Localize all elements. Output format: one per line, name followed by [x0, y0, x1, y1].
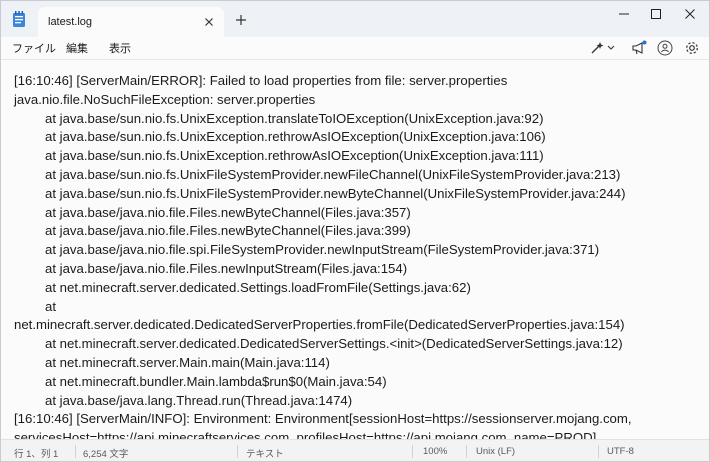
log-line: at java.base/java.nio.file.Files.newByte… — [45, 223, 411, 239]
log-line: [16:10:46] [ServerMain/INFO]: Environmen… — [14, 411, 632, 427]
log-line: at net.minecraft.bundler.Main.lambda$run… — [45, 373, 387, 389]
log-line: at java.base/sun.nio.fs.UnixException.tr… — [45, 110, 544, 126]
encoding[interactable]: UTF-8 — [607, 446, 634, 457]
line-ending[interactable]: Unix (LF) — [476, 446, 515, 457]
maximize-icon[interactable] — [639, 5, 673, 23]
log-text-content: [16:10:46] [ServerMain/ERROR]: Failed to… — [14, 72, 704, 439]
minimize-icon[interactable] — [607, 5, 641, 23]
log-line: servicesHost=https://api.minecraftservic… — [14, 430, 597, 439]
log-line: at — [45, 298, 56, 314]
log-line: java.nio.file.NoSuchFileException: serve… — [14, 91, 316, 107]
menu-bar: ファイル 編集 表示 — [1, 37, 709, 59]
notepad-window: latest.log ファイル 編集 表示 [16:10:46] [Server… — [0, 0, 710, 462]
close-window-icon[interactable] — [673, 5, 707, 23]
log-line: at java.base/java.lang.Thread.run(Thread… — [45, 392, 353, 408]
log-line: at java.base/sun.nio.fs.UnixFileSystemPr… — [45, 166, 621, 182]
log-line: [16:10:46] [ServerMain/ERROR]: Failed to… — [14, 73, 508, 88]
new-tab-icon[interactable] — [234, 13, 248, 27]
log-line: at net.minecraft.server.Main.main(Main.j… — [45, 354, 330, 370]
log-line: at net.minecraft.server.dedicated.Dedica… — [45, 336, 623, 352]
menu-view[interactable]: 表示 — [109, 40, 131, 56]
title-bar[interactable]: latest.log — [1, 1, 709, 37]
log-line: at java.base/java.nio.file.Files.newInpu… — [45, 260, 408, 276]
log-line: at net.minecraft.server.dedicated.Settin… — [45, 279, 471, 295]
log-line: at java.base/sun.nio.fs.UnixException.re… — [45, 129, 546, 145]
log-line: at java.base/java.nio.file.Files.newByte… — [45, 204, 411, 220]
cursor-position: 行 1、列 1 — [14, 449, 59, 460]
status-divider — [237, 445, 238, 458]
tab-latest-log[interactable]: latest.log — [38, 7, 224, 37]
copilot-rewrite-icon[interactable] — [589, 39, 617, 57]
menu-file[interactable]: ファイル — [12, 40, 56, 56]
log-line: at java.base/sun.nio.fs.UnixFileSystemPr… — [45, 185, 626, 201]
tab-title: latest.log — [48, 16, 93, 28]
menu-edit[interactable]: 編集 — [66, 40, 88, 56]
announcement-icon[interactable] — [630, 39, 648, 57]
log-line: net.minecraft.server.dedicated.Dedicated… — [14, 317, 625, 333]
character-count: 6,254 文字 — [83, 449, 129, 460]
log-line: at java.base/sun.nio.fs.UnixException.re… — [45, 148, 544, 164]
close-tab-icon[interactable] — [201, 14, 217, 30]
zoom-level[interactable]: 100% — [423, 446, 447, 457]
text-format[interactable]: テキスト — [246, 446, 284, 460]
log-line: at java.base/java.nio.file.spi.FileSyste… — [45, 242, 600, 258]
notepad-app-icon — [13, 11, 25, 27]
text-editor[interactable]: [16:10:46] [ServerMain/ERROR]: Failed to… — [1, 59, 709, 439]
status-divider — [75, 445, 76, 458]
status-divider — [598, 445, 599, 458]
status-bar: 行 1、列 1 6,254 文字 テキスト 100% Unix (LF) UTF… — [1, 439, 709, 461]
status-divider — [466, 445, 467, 458]
account-icon[interactable] — [656, 39, 674, 57]
settings-gear-icon[interactable] — [683, 39, 701, 57]
status-divider — [412, 445, 413, 458]
